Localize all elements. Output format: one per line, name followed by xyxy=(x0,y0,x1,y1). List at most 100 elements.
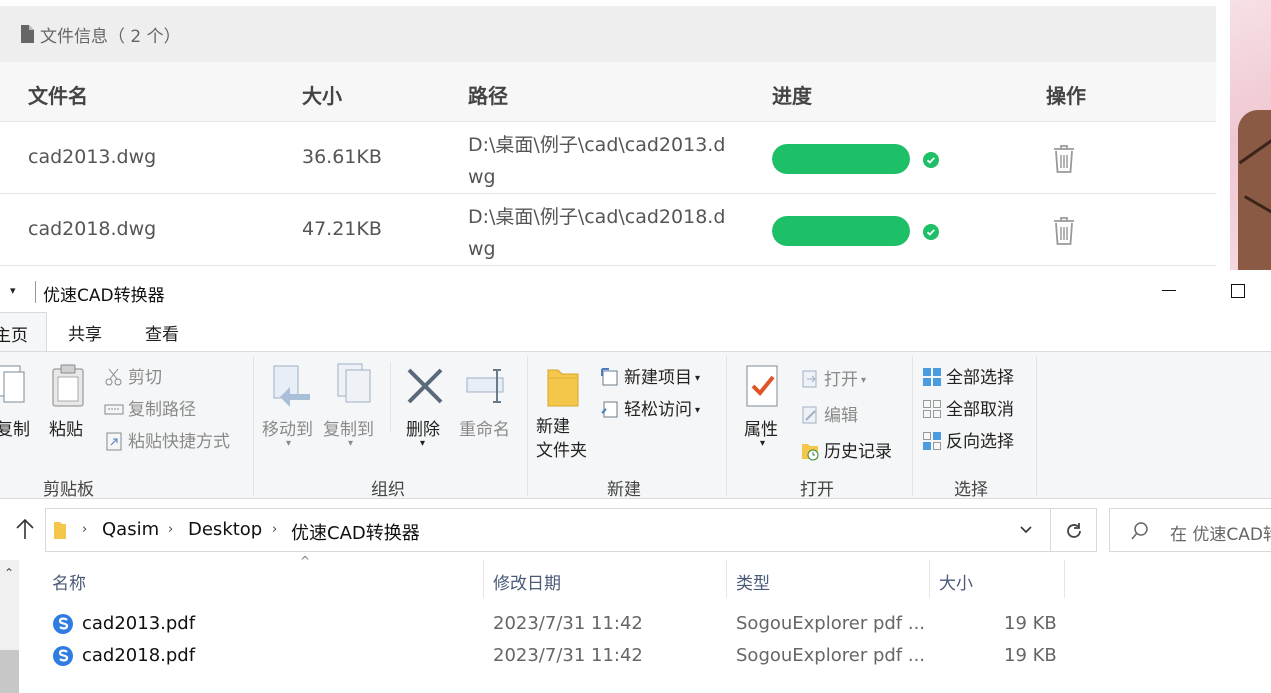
file-name: cad2013.pdf xyxy=(82,613,196,634)
quick-access-dropdown-icon[interactable]: ▾ xyxy=(10,284,16,297)
file-row: cad2018.dwg 47.21KB D:\桌面\例子\cad\cad2018… xyxy=(0,194,1216,266)
cut-button[interactable]: 剪切 xyxy=(104,363,162,388)
progress-fill xyxy=(772,144,910,174)
progress-fill xyxy=(772,216,910,246)
open-button[interactable]: 打开 ▾ xyxy=(800,365,866,390)
easy-access-button[interactable]: 轻松访问 ▾ xyxy=(600,395,700,420)
file-size: 47.21KB xyxy=(302,218,382,240)
tab-view[interactable]: 查看 xyxy=(145,320,179,345)
explorer-window: ▾ 优速CAD转换器 主页 共享 查看 复制 粘贴 剪切 复制路径 粘贴快捷方式 xyxy=(0,270,1271,693)
converter-panel: 文件信息（ 2 个） 文件名 大小 路径 进度 操作 cad2013.dwg 3… xyxy=(0,0,1216,268)
copy-icon xyxy=(0,365,25,403)
file-type: SogouExplorer pdf ... xyxy=(736,613,926,634)
select-none-icon xyxy=(923,400,941,418)
chevron-right-icon: › xyxy=(272,522,278,537)
file-size: 19 KB xyxy=(1004,613,1057,634)
check-circle-icon xyxy=(923,152,939,168)
navigation-pane-scrollbar[interactable]: ⌃ xyxy=(0,560,19,693)
copy-button[interactable]: 复制 xyxy=(0,415,30,440)
chevron-down-icon[interactable] xyxy=(1019,523,1033,537)
breadcrumb-segment[interactable]: 优速CAD转换器 xyxy=(291,519,420,545)
scroll-up-icon[interactable]: ⌃ xyxy=(4,566,14,580)
refresh-icon xyxy=(1067,523,1081,538)
easy-access-icon xyxy=(601,401,618,418)
address-bar[interactable]: › Qasim › Desktop › 优速CAD转换器 xyxy=(45,508,1051,552)
breadcrumb-segment[interactable]: Desktop xyxy=(188,519,262,540)
folder-icon xyxy=(54,522,66,539)
new-folder-icon xyxy=(547,369,579,407)
tab-home[interactable]: 主页 xyxy=(0,312,47,353)
search-placeholder: 在 优速CAD转 xyxy=(1170,525,1271,545)
rename-icon xyxy=(466,369,504,403)
up-arrow-icon[interactable] xyxy=(14,517,36,541)
chevron-right-icon: › xyxy=(168,522,174,537)
properties-button[interactable]: 属性 xyxy=(744,415,778,440)
select-none-button[interactable]: 全部取消 xyxy=(922,395,1014,420)
progress-bar xyxy=(772,144,910,174)
delete-button[interactable]: 删除 xyxy=(406,415,440,440)
sogou-pdf-icon xyxy=(53,614,73,634)
move-to-button[interactable]: 移动到 xyxy=(262,415,313,440)
rename-button[interactable]: 重命名 xyxy=(459,415,510,440)
paste-button[interactable]: 粘贴 xyxy=(49,415,83,440)
file-info-title: 文件信息（ 2 个） xyxy=(40,26,181,47)
progress-bar xyxy=(772,216,910,246)
paste-icon xyxy=(52,364,84,407)
group-label-select: 选择 xyxy=(954,480,988,500)
history-button[interactable]: 历史记录 xyxy=(800,437,892,462)
new-item-icon xyxy=(601,368,618,386)
sogou-pdf-icon xyxy=(53,646,73,666)
select-all-button[interactable]: 全部选择 xyxy=(922,363,1014,388)
check-circle-icon xyxy=(923,224,939,240)
col-action: 操作 xyxy=(1046,84,1086,108)
column-header-name[interactable]: 名称 xyxy=(52,569,86,594)
ribbon: 复制 粘贴 剪切 复制路径 粘贴快捷方式 剪贴板 移动到 ▾ 复制到 ▾ 删除 … xyxy=(0,351,1271,500)
history-icon xyxy=(802,444,819,461)
trash-icon[interactable] xyxy=(1052,216,1076,246)
chevron-right-icon: › xyxy=(82,522,88,537)
col-progress: 进度 xyxy=(772,84,812,108)
address-row: › Qasim › Desktop › 优速CAD转换器 在 优速CAD转 xyxy=(0,507,1271,553)
column-header-type[interactable]: 类型 xyxy=(736,569,770,594)
column-header-size[interactable]: 大小 xyxy=(939,569,973,594)
paste-shortcut-button[interactable]: 粘贴快捷方式 xyxy=(104,427,230,452)
background-wallpaper xyxy=(1230,0,1271,270)
breadcrumb-segment[interactable]: Qasim xyxy=(102,519,159,540)
column-header-date[interactable]: 修改日期 xyxy=(493,569,561,594)
select-all-icon xyxy=(923,368,941,386)
search-input[interactable]: 在 优速CAD转 xyxy=(1109,508,1271,552)
invert-selection-button[interactable]: 反向选择 xyxy=(922,427,1014,452)
open-icon xyxy=(802,370,817,388)
file-name: cad2018.dwg xyxy=(28,218,157,240)
edit-icon xyxy=(802,406,817,424)
refresh-button[interactable] xyxy=(1050,508,1097,552)
file-list-header: ^ 名称 修改日期 类型 大小 xyxy=(44,554,1094,598)
invert-selection-icon xyxy=(923,432,941,450)
tab-share[interactable]: 共享 xyxy=(68,320,102,345)
trash-icon[interactable] xyxy=(1052,144,1076,174)
file-size: 19 KB xyxy=(1004,645,1057,666)
new-folder-button[interactable]: 新建 文件夹 xyxy=(536,415,587,463)
scissors-icon xyxy=(105,368,122,386)
group-label-open: 打开 xyxy=(800,480,834,500)
file-type: SogouExplorer pdf ... xyxy=(736,645,926,666)
file-name: cad2013.dwg xyxy=(28,146,157,168)
minimize-button[interactable] xyxy=(1162,290,1176,291)
group-label-organize: 组织 xyxy=(371,480,405,500)
maximize-button[interactable] xyxy=(1231,284,1245,298)
col-file-name: 文件名 xyxy=(28,84,88,108)
window-title: 优速CAD转换器 xyxy=(43,286,165,306)
edit-button[interactable]: 编辑 xyxy=(800,401,858,426)
list-item[interactable]: cad2013.pdf 2023/7/31 11:42 SogouExplore… xyxy=(44,608,1094,640)
group-label-clipboard: 剪贴板 xyxy=(43,480,94,500)
delete-x-icon xyxy=(407,368,443,404)
new-item-button[interactable]: 新建项目 ▾ xyxy=(600,363,700,388)
file-name: cad2018.pdf xyxy=(82,645,196,666)
copy-path-button[interactable]: 复制路径 xyxy=(104,395,196,420)
file-table-header: 文件名 大小 路径 进度 操作 xyxy=(0,62,1216,122)
copy-to-button[interactable]: 复制到 xyxy=(323,415,374,440)
scrollbar-thumb[interactable] xyxy=(0,650,19,693)
list-item[interactable]: cad2018.pdf 2023/7/31 11:42 SogouExplore… xyxy=(44,640,1094,672)
file-row: cad2013.dwg 36.61KB D:\桌面\例子\cad\cad2013… xyxy=(0,122,1216,194)
title-bar: ▾ 优速CAD转换器 xyxy=(0,270,1271,312)
